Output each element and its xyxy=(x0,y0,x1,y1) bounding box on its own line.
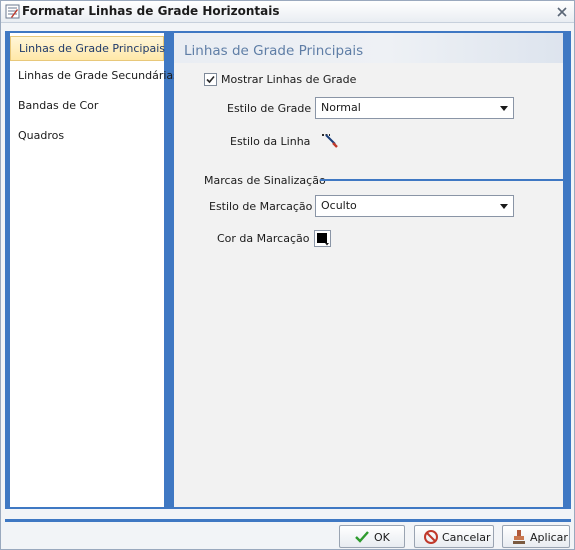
show-grid-checkbox[interactable] xyxy=(204,73,217,86)
apply-label: Aplicar xyxy=(530,531,568,544)
footer-divider xyxy=(5,519,571,522)
marks-section-label: Marcas de Sinalização xyxy=(204,174,326,187)
chevron-down-icon[interactable] xyxy=(496,99,512,117)
mark-style-label: Estilo de Marcação xyxy=(209,200,313,213)
grid-style-value: Normal xyxy=(321,101,361,114)
panel-title: Linhas de Grade Principais xyxy=(184,43,364,59)
stamp-icon xyxy=(513,530,525,544)
checkmark-icon xyxy=(206,75,215,84)
category-sidebar: Linhas de Grade Principais Linhas de Gra… xyxy=(10,33,179,507)
sidebar-item-linhas-principais[interactable]: Linhas de Grade Principais xyxy=(10,36,165,61)
sidebar-item-label: Linhas de Grade Principais xyxy=(19,42,165,55)
mark-color-label: Cor da Marcação xyxy=(217,232,310,245)
cancel-button[interactable]: Cancelar xyxy=(414,525,494,548)
mark-style-select[interactable]: Oculto xyxy=(315,195,514,217)
chevron-down-icon[interactable] xyxy=(496,197,512,215)
section-divider xyxy=(320,179,563,181)
panel-header: Linhas de Grade Principais xyxy=(174,33,563,63)
dialog-window: Formatar Linhas de Grade Horizontais Lin… xyxy=(0,0,575,550)
sidebar-item-label: Quadros xyxy=(18,129,65,142)
sidebar-item-linhas-secundarias[interactable]: Linhas de Grade Secundárias xyxy=(10,63,179,88)
mark-color-swatch[interactable] xyxy=(314,230,331,247)
ok-label: OK xyxy=(374,531,390,544)
close-icon[interactable] xyxy=(556,6,568,18)
cancel-icon xyxy=(424,530,438,544)
apply-button[interactable]: Aplicar xyxy=(502,525,570,548)
sidebar-item-bandas-de-cor[interactable]: Bandas de Cor xyxy=(10,93,164,118)
window-title: Formatar Linhas de Grade Horizontais xyxy=(22,4,280,18)
cancel-label: Cancelar xyxy=(442,531,491,544)
sidebar-item-label: Linhas de Grade Secundárias xyxy=(18,69,179,82)
ok-button[interactable]: OK xyxy=(339,525,405,548)
checkmark-icon xyxy=(355,531,369,543)
line-style-picker-icon[interactable] xyxy=(321,132,339,150)
grid-style-label: Estilo de Grade xyxy=(227,102,312,115)
mark-style-value: Oculto xyxy=(321,199,357,212)
show-grid-label: Mostrar Linhas de Grade xyxy=(221,73,357,86)
sidebar-item-quadros[interactable]: Quadros xyxy=(10,123,164,148)
title-bar: Formatar Linhas de Grade Horizontais xyxy=(1,1,574,23)
line-style-label: Estilo da Linha xyxy=(230,135,311,148)
chart-format-icon xyxy=(5,4,20,19)
sidebar-item-label: Bandas de Cor xyxy=(18,99,99,112)
grid-style-select[interactable]: Normal xyxy=(315,97,514,119)
